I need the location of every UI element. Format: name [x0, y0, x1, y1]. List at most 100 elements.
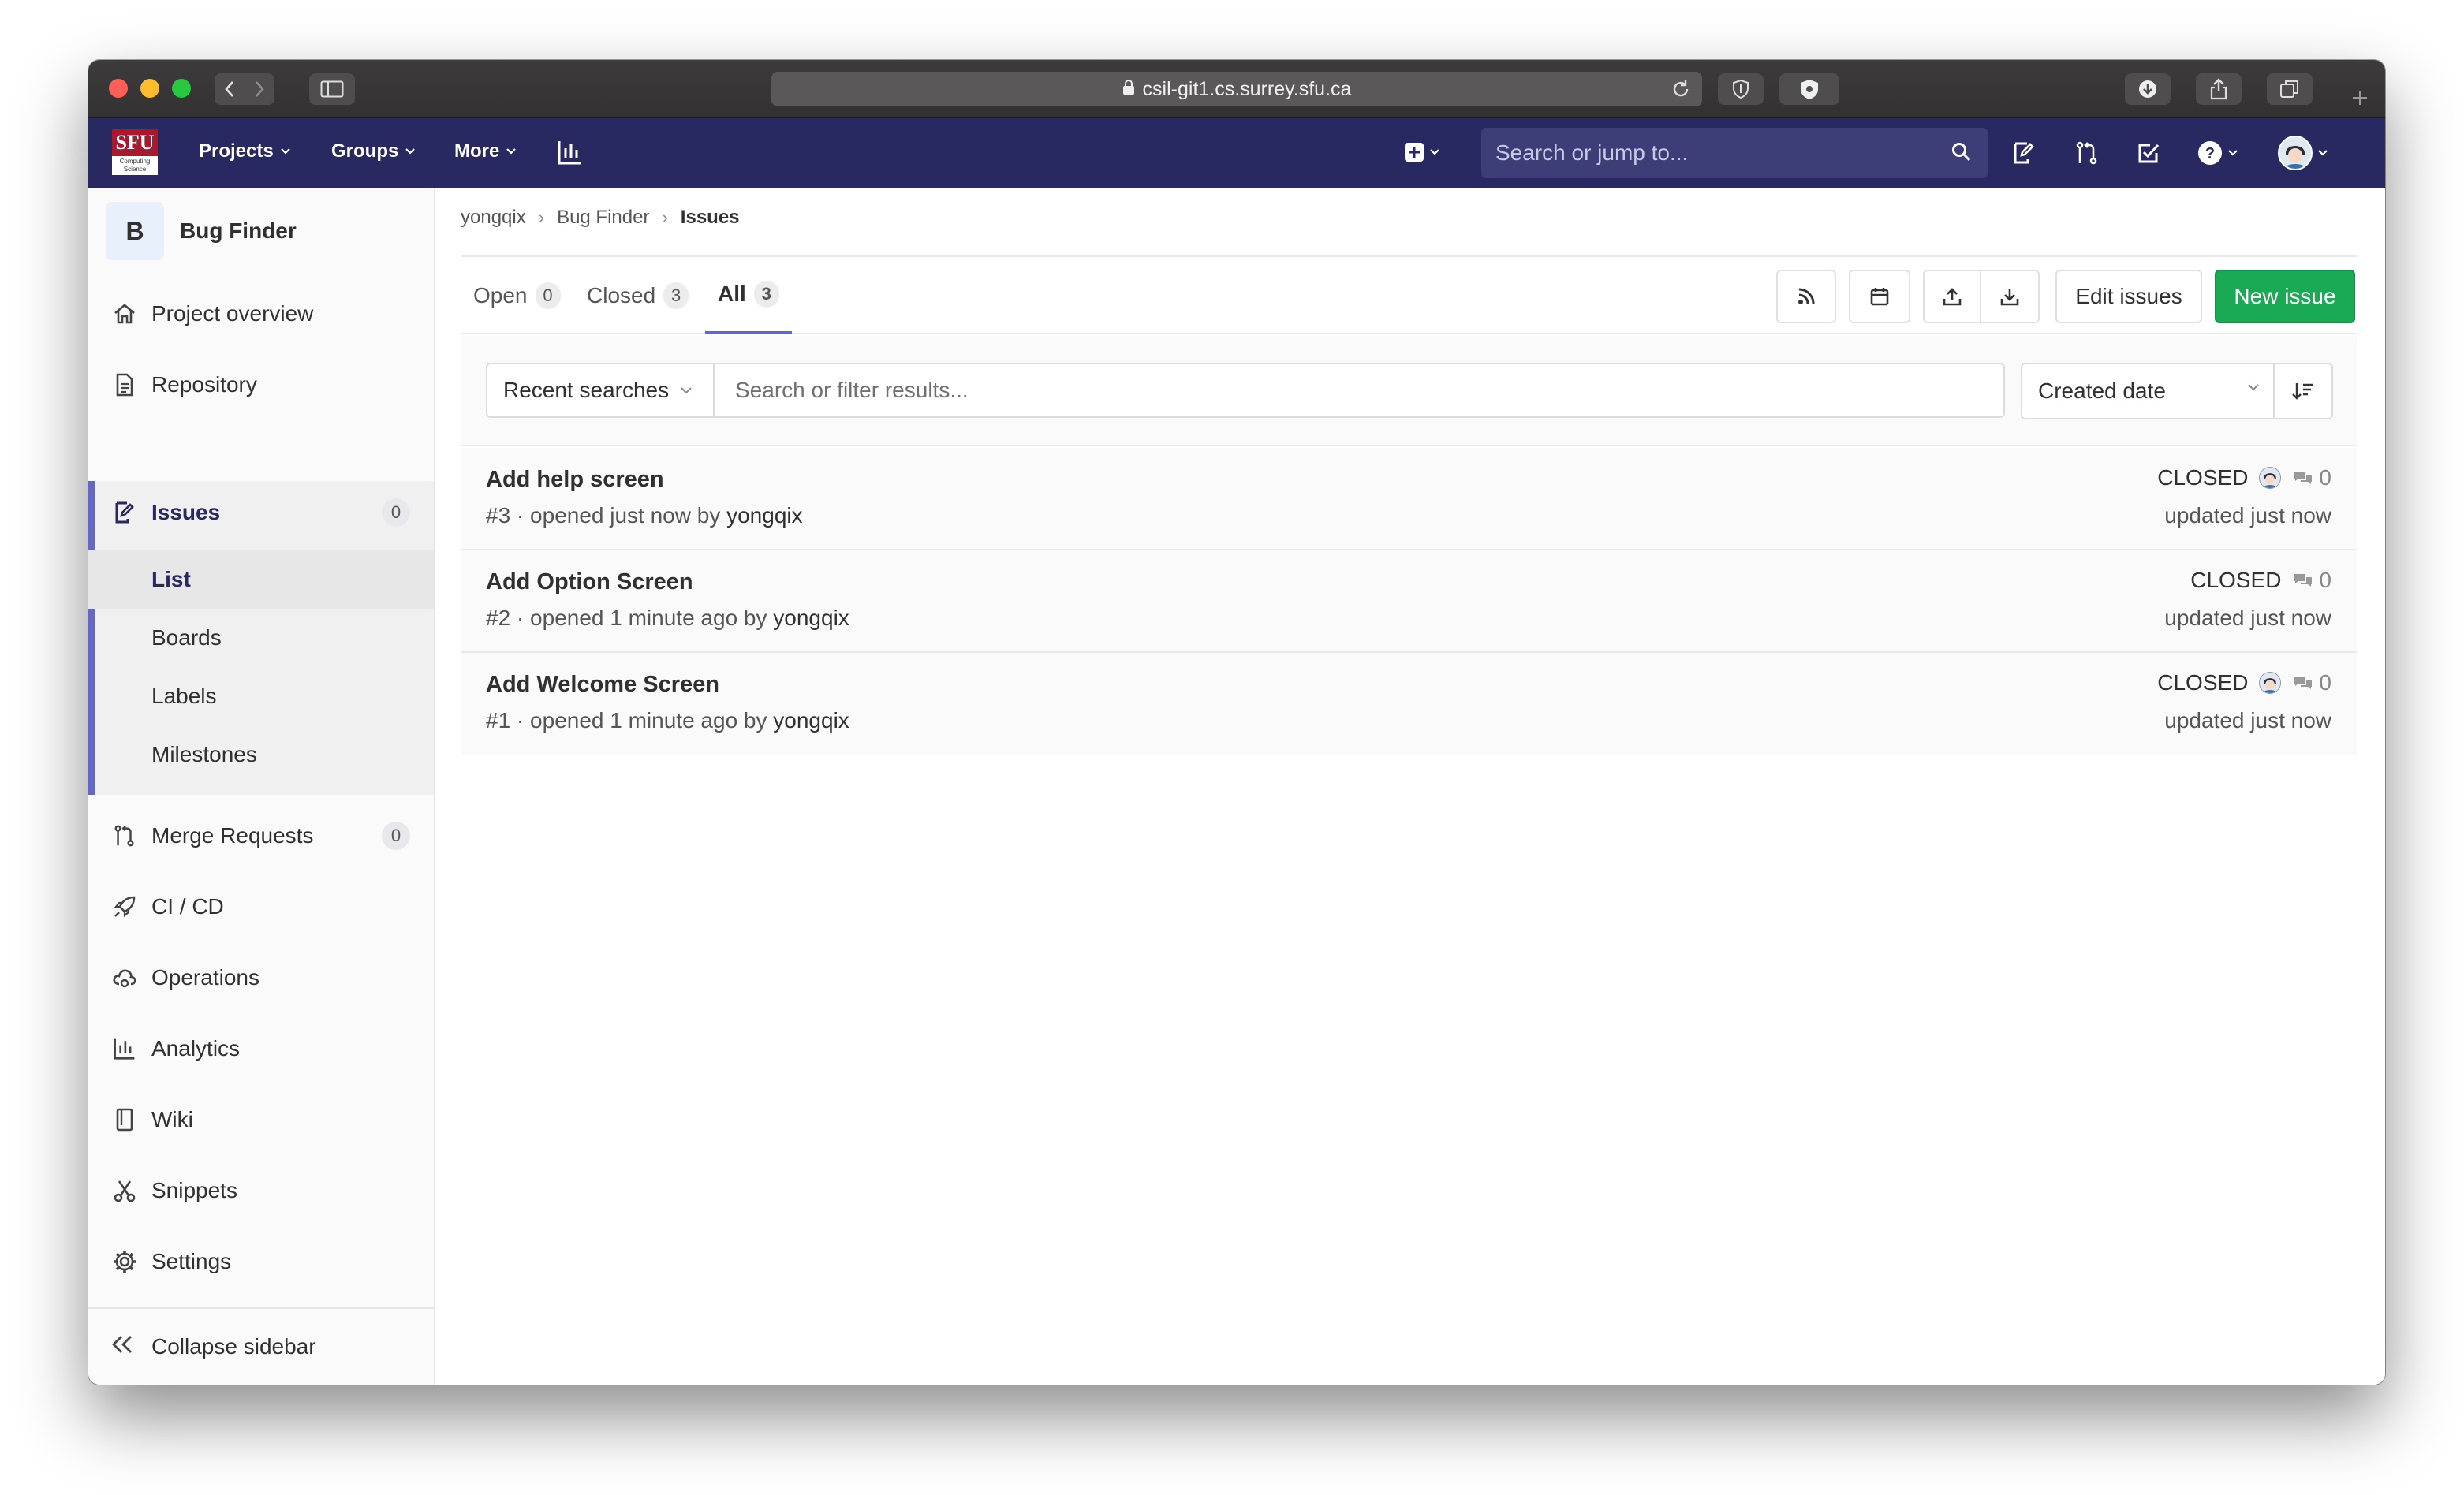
- sidebar-item-analytics[interactable]: Analytics: [88, 1017, 434, 1080]
- sidebar-toggle-icon[interactable]: [309, 73, 355, 105]
- breadcrumb-namespace[interactable]: yongqix: [461, 207, 526, 229]
- sidebar-item-repository[interactable]: Repository: [88, 353, 434, 416]
- issue-status-group: CLOSED 0: [2157, 465, 2331, 490]
- close-window-button[interactable]: [109, 79, 128, 98]
- rss-feed-button[interactable]: [1776, 270, 1836, 323]
- issue-row[interactable]: Add help screen #3 · opened just now by …: [461, 448, 2357, 550]
- sidebar-sub-list[interactable]: List: [88, 550, 434, 609]
- issue-comments[interactable]: 0: [2292, 670, 2331, 695]
- breadcrumb-current[interactable]: Issues: [681, 207, 740, 229]
- breadcrumb-project[interactable]: Bug Finder: [557, 207, 649, 229]
- tab-count-badge: 3: [663, 282, 689, 309]
- scissors-icon: [110, 1176, 139, 1205]
- nav-projects[interactable]: Projects: [199, 140, 291, 162]
- extension-icon[interactable]: [1779, 73, 1839, 105]
- chevron-down-icon: [506, 148, 517, 155]
- sidebar-item-project-overview[interactable]: Project overview: [88, 282, 434, 345]
- sort-direction-button[interactable]: [2273, 363, 2333, 419]
- rocket-icon: [110, 893, 139, 921]
- share-icon[interactable]: [2196, 73, 2242, 105]
- edit-issues-button[interactable]: Edit issues: [2055, 270, 2202, 323]
- sidebar-item-label: Snippets: [151, 1178, 237, 1202]
- nav-more-label: More: [454, 140, 500, 162]
- sidebar-item-label: Repository: [151, 372, 257, 397]
- breadcrumb: yongqix › Bug Finder › Issues: [461, 207, 740, 229]
- sort-dropdown[interactable]: Created date: [2021, 363, 2275, 419]
- issues-icon: [110, 498, 139, 527]
- search-placeholder: Search or jump to...: [1495, 140, 1689, 165]
- sidebar-sub-label: Boards: [151, 625, 222, 650]
- assignee-avatar[interactable]: [2259, 467, 2282, 489]
- sidebar-item-snippets[interactable]: Snippets: [88, 1159, 434, 1222]
- issue-author[interactable]: yongqix: [773, 708, 849, 733]
- new-issue-button[interactable]: New issue: [2215, 270, 2355, 323]
- help-dropdown[interactable]: ?: [2197, 140, 2238, 166]
- minimize-window-button[interactable]: [140, 79, 159, 98]
- issue-comments[interactable]: 0: [2292, 568, 2331, 593]
- new-tab-icon[interactable]: [2344, 82, 2376, 114]
- sidebar-item-wiki[interactable]: Wiki: [88, 1088, 434, 1151]
- sidebar-item-merge-requests[interactable]: Merge Requests 0: [88, 804, 434, 867]
- sidebar-item-ci-cd[interactable]: CI / CD: [88, 875, 434, 938]
- nav-more[interactable]: More: [454, 140, 517, 162]
- tab-closed[interactable]: Closed 3: [574, 257, 701, 334]
- forward-icon[interactable]: [245, 80, 274, 98]
- recent-searches-dropdown[interactable]: Recent searches: [486, 363, 715, 418]
- chevron-down-icon: [2228, 150, 2238, 156]
- sidebar-item-issues[interactable]: Issues 0: [88, 481, 434, 544]
- tab-count-badge: 0: [535, 282, 561, 309]
- shield-icon[interactable]: [1718, 73, 1764, 105]
- filter-search-input[interactable]: Search or filter results...: [713, 363, 2005, 418]
- issues-count-badge: 0: [382, 498, 410, 527]
- assignee-avatar[interactable]: [2259, 672, 2282, 694]
- merge-request-icon: [110, 822, 139, 850]
- issue-row[interactable]: Add Welcome Screen #1 · opened 1 minute …: [461, 653, 2357, 755]
- tabs-overview-icon[interactable]: [2267, 73, 2313, 105]
- issue-opened: opened 1 minute ago by: [530, 708, 767, 733]
- rss-icon: [1798, 288, 1815, 304]
- sidebar-sub-boards[interactable]: Boards: [88, 609, 434, 667]
- collapse-sidebar-button[interactable]: Collapse sidebar: [88, 1307, 434, 1385]
- cloud-icon: [110, 964, 139, 992]
- comments-icon: [2294, 677, 2313, 689]
- issue-author[interactable]: yongqix: [773, 606, 849, 630]
- user-menu[interactable]: [2278, 136, 2328, 170]
- sfu-logo[interactable]: SFU Computing Science: [112, 129, 158, 175]
- logo-subtext: Computing Science: [119, 158, 151, 173]
- issue-comments[interactable]: 0: [2292, 465, 2331, 490]
- sidebar-sub-milestones[interactable]: Milestones: [88, 725, 434, 784]
- tab-open[interactable]: Open 0: [461, 257, 573, 334]
- issue-row[interactable]: Add Option Screen #2 · opened 1 minute a…: [461, 550, 2357, 653]
- nav-groups[interactable]: Groups: [331, 140, 416, 162]
- back-icon[interactable]: [215, 80, 245, 98]
- address-bar[interactable]: csil-git1.cs.surrey.sfu.ca: [771, 72, 1702, 106]
- todos-shortcut-icon[interactable]: [2136, 140, 2161, 166]
- issue-opened: opened just now by: [530, 503, 721, 528]
- download-icon: [2000, 289, 2019, 306]
- activity-chart-icon[interactable]: [557, 139, 584, 166]
- issue-title[interactable]: Add help screen: [486, 467, 664, 493]
- new-item-dropdown[interactable]: [1404, 142, 1440, 162]
- merge-requests-shortcut-icon[interactable]: [2074, 140, 2100, 166]
- issues-shortcut-icon[interactable]: [2011, 140, 2037, 166]
- project-header[interactable]: B Bug Finder: [106, 202, 297, 260]
- download-icon[interactable]: [2125, 73, 2171, 105]
- calendar-icon: [1870, 288, 1889, 306]
- browser-window: csil-git1.cs.surrey.sfu.ca SFU Computing…: [88, 60, 2385, 1385]
- sidebar-sub-labels[interactable]: Labels: [88, 667, 434, 725]
- issue-title[interactable]: Add Option Screen: [486, 569, 693, 595]
- global-search-input[interactable]: Search or jump to...: [1481, 128, 1988, 178]
- sidebar-item-operations[interactable]: Operations: [88, 946, 434, 1009]
- sidebar-item-label: CI / CD: [151, 894, 224, 919]
- import-button[interactable]: [1981, 271, 2038, 322]
- tab-all[interactable]: All 3: [705, 257, 792, 334]
- issue-title[interactable]: Add Welcome Screen: [486, 672, 719, 698]
- issue-author[interactable]: yongqix: [726, 503, 803, 528]
- export-button[interactable]: [1925, 271, 1981, 322]
- calendar-feed-button[interactable]: [1849, 270, 1910, 323]
- sidebar-item-settings[interactable]: Settings: [88, 1230, 434, 1293]
- gitlab-header: SFU Computing Science Projects Groups Mo…: [88, 118, 2385, 188]
- issue-opened: opened 1 minute ago by: [530, 606, 767, 630]
- zoom-window-button[interactable]: [172, 79, 191, 98]
- reload-icon[interactable]: [1671, 79, 1691, 105]
